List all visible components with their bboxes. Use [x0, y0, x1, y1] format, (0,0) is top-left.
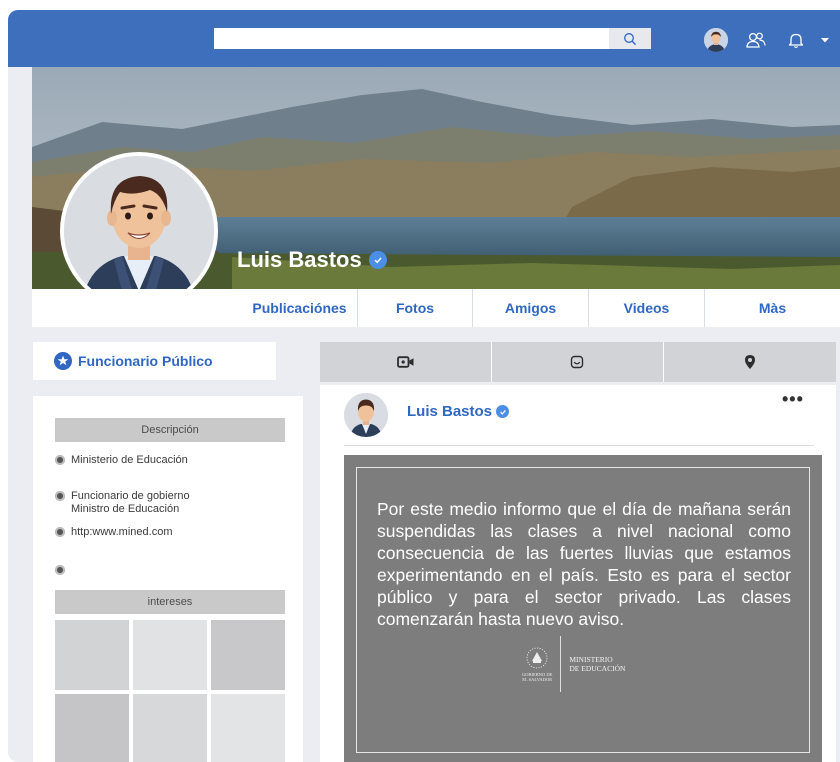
profile-tabs: Publicaciónes Fotos Amigos Videos Màs [32, 289, 840, 327]
about-card: Descripción Ministerio de Educación Func… [33, 396, 303, 762]
search-input[interactable] [214, 28, 609, 49]
info-role-line1: Funcionario de gobierno [71, 490, 190, 502]
interest-tile[interactable] [133, 694, 207, 762]
interest-tile[interactable] [211, 620, 285, 690]
live-video-button[interactable] [320, 342, 492, 382]
post-author-avatar[interactable] [344, 393, 388, 437]
seal-icon [526, 647, 548, 669]
ministry-logo-text: MINISTERIO DE EDUCACIÓN [569, 655, 625, 673]
tab-amigos[interactable]: Amigos [472, 289, 588, 327]
friends-icon[interactable] [744, 28, 768, 52]
profile-name-text: Luis Bastos [237, 247, 362, 272]
bullet-icon [55, 527, 65, 537]
caret-down-icon[interactable] [818, 28, 832, 52]
post-inner-frame: Por este medio informo que el día de mañ… [356, 467, 810, 753]
bell-icon[interactable] [784, 28, 808, 52]
role-card: Funcionario Público [33, 342, 276, 380]
logo-line2: DE EDUCACIÓN [569, 664, 626, 673]
ministry-logo: GOBIERNO DE EL SALVADOR MINISTERIO DE ED… [522, 636, 625, 692]
interests-header: intereses [55, 590, 285, 614]
post-menu-button[interactable]: ••• [782, 389, 804, 410]
profile-page: Luis Bastos Publicaciónes Fotos Amigos V… [32, 67, 840, 762]
seal-text-line2: EL SALVADOR [522, 677, 553, 682]
bullet-icon [55, 491, 65, 501]
seal-emblem: GOBIERNO DE EL SALVADOR [522, 646, 552, 682]
info-website[interactable]: http:www.mined.com [71, 526, 172, 539]
nav-avatar[interactable] [704, 28, 728, 52]
tab-fotos[interactable]: Fotos [357, 289, 472, 327]
post-text: Por este medio informo que el día de mañ… [377, 499, 791, 629]
profile-photo[interactable] [60, 152, 218, 310]
top-nav-bar [8, 10, 840, 67]
search-button[interactable] [609, 28, 651, 49]
logo-line1: MINISTERIO [569, 655, 613, 664]
seal-text: GOBIERNO DE EL SALVADOR [522, 672, 552, 682]
browser-frame: Luis Bastos Publicaciónes Fotos Amigos V… [8, 10, 840, 762]
bullet-icon [55, 455, 65, 465]
post-card: Luis Bastos ••• Por este medio informo q… [320, 385, 836, 762]
post-content: Por este medio informo que el día de mañ… [344, 455, 822, 762]
interest-tile[interactable] [133, 620, 207, 690]
info-role-line2: Ministro de Educación [71, 503, 180, 515]
profile-name: Luis Bastos [237, 247, 387, 273]
info-ministry: Ministerio de Educación [71, 454, 188, 466]
interest-tile[interactable] [55, 620, 129, 690]
star-icon [54, 352, 72, 370]
tab-mas[interactable]: Màs [704, 289, 840, 327]
tab-videos[interactable]: Videos [588, 289, 704, 327]
interest-tile[interactable] [211, 694, 285, 762]
verified-icon [368, 251, 387, 269]
check-in-button[interactable] [663, 342, 836, 382]
description-header: Descripción [55, 418, 285, 442]
video-camera-icon [396, 356, 413, 368]
post-author[interactable]: Luis Bastos [407, 403, 510, 420]
post-divider [344, 445, 814, 446]
bullet-icon [55, 565, 65, 575]
logo-divider [560, 636, 562, 692]
tab-publicaciones[interactable]: Publicaciónes [242, 289, 357, 327]
location-pin-icon [744, 355, 755, 369]
composer-action-bar [320, 342, 836, 382]
interest-tile[interactable] [55, 694, 129, 762]
feeling-button[interactable] [491, 342, 664, 382]
emoji-icon [570, 355, 584, 369]
post-author-name[interactable]: Luis Bastos [407, 403, 492, 420]
search-icon [624, 32, 637, 45]
role-label: Funcionario Público [78, 353, 213, 369]
verified-icon [496, 405, 510, 418]
